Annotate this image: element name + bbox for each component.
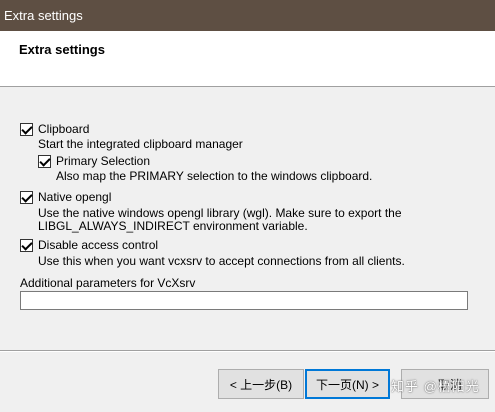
clipboard-checkbox[interactable] [20, 122, 33, 136]
additional-params-input[interactable] [20, 291, 468, 310]
primary-selection-checkbox[interactable] [38, 154, 51, 168]
settings-content: Clipboard Start the integrated clipboard… [0, 87, 495, 351]
wizard-header: Extra settings [0, 31, 495, 87]
next-button[interactable]: 下一页(N) > [305, 369, 390, 399]
primary-selection-option[interactable]: Primary Selection [38, 154, 150, 168]
window-titlebar: Extra settings [0, 0, 495, 31]
disable-access-control-option[interactable]: Disable access control [20, 238, 158, 252]
primary-selection-label: Primary Selection [56, 154, 151, 168]
disable-access-control-checkbox[interactable] [20, 238, 33, 252]
primary-selection-description: Also map the PRIMARY selection to the wi… [56, 169, 373, 183]
clipboard-description: Start the integrated clipboard manager [38, 137, 243, 151]
page-title: Extra settings [19, 42, 105, 57]
native-opengl-option[interactable]: Native opengl [20, 190, 111, 204]
disable-access-control-label: Disable access control [38, 238, 159, 252]
native-opengl-description-line2: LIBGL_ALWAYS_INDIRECT environment variab… [38, 219, 308, 233]
native-opengl-checkbox[interactable] [20, 190, 33, 204]
additional-params-label: Additional parameters for VcXsrv [20, 276, 196, 290]
window-title: Extra settings [4, 8, 83, 23]
clipboard-label: Clipboard [38, 122, 90, 136]
native-opengl-label: Native opengl [38, 190, 112, 204]
disable-access-control-description: Use this when you want vcxsrv to accept … [38, 254, 405, 268]
watermark-text: 知乎 @梧阳光 [391, 379, 480, 394]
clipboard-option[interactable]: Clipboard [20, 122, 89, 136]
footer-divider [0, 350, 495, 352]
back-button[interactable]: < 上一步(B) [218, 369, 304, 399]
